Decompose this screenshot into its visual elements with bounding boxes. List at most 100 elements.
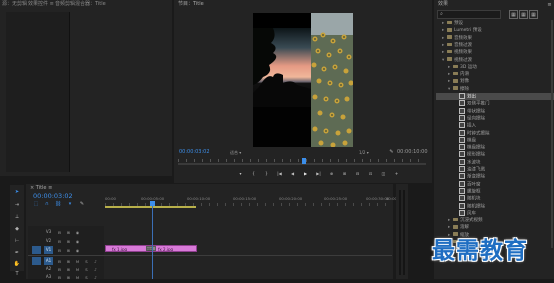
insert-icon[interactable]: ⊕ xyxy=(327,171,336,177)
source-patch[interactable] xyxy=(32,265,41,273)
source-tab[interactable]: 源：无剪辑 xyxy=(2,0,27,9)
fit-dropdown[interactable]: 适合 ▾ xyxy=(230,150,241,156)
sync-icon[interactable]: ⊞ xyxy=(66,248,71,253)
effect-controls-tab[interactable]: 效果控件 ≡ xyxy=(28,0,54,9)
effects-folder[interactable]: ▸ 音频效果 xyxy=(436,35,554,42)
slip-tool-icon[interactable]: ⊢ xyxy=(13,237,21,245)
v1-clip[interactable]: fx 1.jpg xyxy=(105,245,151,252)
effect-item[interactable]: 划出 xyxy=(436,93,554,100)
monitor-playhead[interactable] xyxy=(302,158,306,164)
overwrite-icon[interactable]: ⊞ xyxy=(340,171,349,177)
effects-folder[interactable]: ▸ 划像 xyxy=(436,78,554,85)
sync-icon[interactable]: ⊞ xyxy=(66,259,71,264)
panel-menu-icon[interactable]: ≡ xyxy=(546,1,553,8)
linked-selection-icon[interactable]: ⛓ xyxy=(55,201,61,207)
step-forward-icon[interactable]: ▶| xyxy=(314,171,323,177)
effect-item[interactable]: 油漆飞溅 xyxy=(436,166,554,173)
source-patch[interactable] xyxy=(32,273,41,281)
eye-icon[interactable]: ◉ xyxy=(75,230,80,235)
sync-icon[interactable]: ⊞ xyxy=(66,267,71,272)
sync-icon[interactable]: ⊞ xyxy=(66,275,71,280)
sync-icon[interactable]: ⊞ xyxy=(66,230,71,235)
eye-icon[interactable]: ◉ xyxy=(75,239,80,244)
voice-icon[interactable]: ♪ xyxy=(93,259,98,264)
selection-tool-icon[interactable]: ➤ xyxy=(13,188,21,196)
marker-icon[interactable]: ▾ xyxy=(236,171,245,177)
track-target[interactable]: A1 xyxy=(44,257,53,265)
effect-item[interactable]: 时钟式擦除 xyxy=(436,129,554,137)
solo-icon[interactable]: S xyxy=(84,259,89,264)
effect-item[interactable]: 螺旋框 xyxy=(436,187,554,195)
yuv-effects-icon[interactable]: ▦ xyxy=(529,10,538,19)
timeline-settings-icon[interactable]: ✎ xyxy=(79,201,85,207)
pen-tool-icon[interactable]: ✒ xyxy=(13,249,21,257)
effects-folder[interactable]: ▾ 擦除 xyxy=(436,86,554,93)
lift-icon[interactable]: ⊟ xyxy=(353,171,362,177)
lock-icon[interactable]: ⊟ xyxy=(57,248,62,253)
play-icon[interactable]: ▶ xyxy=(301,171,310,177)
effect-item[interactable]: 随机擦除 xyxy=(436,202,554,210)
effects-scrollbar[interactable] xyxy=(551,20,553,248)
track-target[interactable]: A2 xyxy=(44,265,53,273)
effect-item[interactable]: 插入 xyxy=(436,122,554,129)
mute-icon[interactable]: M xyxy=(75,259,80,264)
mark-out-icon[interactable]: } xyxy=(262,171,271,177)
effect-item[interactable]: 带状擦除 xyxy=(436,107,554,115)
effects-folder[interactable]: ▸ 预设 xyxy=(436,20,554,27)
effect-item[interactable]: 风车 xyxy=(436,209,554,217)
panel-menu-icon[interactable]: ≡ xyxy=(48,185,52,191)
effects-folder[interactable]: ▸ 沉浸式视频 xyxy=(436,217,554,224)
effect-item[interactable]: 渐变擦除 xyxy=(436,173,554,180)
go-to-in-icon[interactable]: |◀ xyxy=(275,171,284,177)
eye-icon[interactable]: ◉ xyxy=(75,248,80,253)
add-marker-icon[interactable]: ▾ xyxy=(67,201,73,207)
quality-dropdown[interactable]: 1/2 ▾ xyxy=(359,150,369,156)
lock-icon[interactable]: ⊟ xyxy=(57,259,62,264)
razor-tool-icon[interactable]: ◆ xyxy=(13,225,21,233)
work-area-bar[interactable] xyxy=(105,206,196,208)
effects-folder[interactable]: ▸ 内滑 xyxy=(436,71,554,78)
track-select-tool-icon[interactable]: ⇥ xyxy=(13,201,21,209)
settings-wrench-icon[interactable]: ✎ xyxy=(388,148,395,156)
step-back-icon[interactable]: ◀ xyxy=(288,171,297,177)
voice-icon[interactable]: ♪ xyxy=(93,275,98,280)
effects-folder[interactable]: ▸ 视频效果 xyxy=(436,49,554,56)
transition-marker[interactable]: 划出 xyxy=(146,246,156,251)
panel-menu-icon[interactable]: ≡ xyxy=(50,1,54,7)
type-tool-icon[interactable]: T xyxy=(13,270,21,278)
lock-icon[interactable]: ⊟ xyxy=(57,230,62,235)
timeline-timecode[interactable]: 00:00:03:02 xyxy=(33,192,73,200)
effect-item[interactable]: 棋盘擦除 xyxy=(436,144,554,151)
mute-icon[interactable]: M xyxy=(75,267,80,272)
solo-icon[interactable]: S xyxy=(84,275,89,280)
mute-icon[interactable]: M xyxy=(75,275,80,280)
effect-item[interactable]: 水波块 xyxy=(436,158,554,166)
source-patch[interactable] xyxy=(32,228,41,236)
effect-item[interactable]: 楔形擦除 xyxy=(436,151,554,158)
effect-item[interactable]: 随机块 xyxy=(436,195,554,202)
effects-folder[interactable]: ▸ 音频过渡 xyxy=(436,42,554,49)
lock-icon[interactable]: ⊟ xyxy=(57,267,62,272)
effect-item[interactable]: 双侧平推门 xyxy=(436,100,554,107)
source-patch[interactable] xyxy=(32,257,41,265)
nest-sequence-icon[interactable]: ⬚ xyxy=(33,201,39,207)
effect-item[interactable]: 棋盘 xyxy=(436,136,554,144)
add-button-icon[interactable]: + xyxy=(392,171,401,177)
close-icon[interactable]: × xyxy=(30,185,34,191)
source-patch[interactable] xyxy=(32,237,41,245)
lock-icon[interactable]: ⊟ xyxy=(57,239,62,244)
accelerated-effects-icon[interactable]: ▦ xyxy=(509,10,518,19)
voice-icon[interactable]: ♪ xyxy=(93,267,98,272)
program-timecode[interactable]: 00:00:03:02 xyxy=(179,149,210,156)
32bit-effects-icon[interactable]: ▦ xyxy=(519,10,528,19)
effect-item[interactable]: 径向擦除 xyxy=(436,114,554,122)
effects-folder[interactable]: ▾ 视频过渡 xyxy=(436,57,554,64)
track-target[interactable]: V2 xyxy=(44,237,53,245)
mark-in-icon[interactable]: { xyxy=(249,171,258,177)
sync-icon[interactable]: ⊞ xyxy=(66,239,71,244)
snap-icon[interactable]: ∩ xyxy=(44,201,50,207)
ripple-edit-tool-icon[interactable]: ⟂ xyxy=(13,213,21,221)
lock-icon[interactable]: ⊟ xyxy=(57,275,62,280)
extract-icon[interactable]: ⊡ xyxy=(366,171,375,177)
track-target[interactable]: V3 xyxy=(44,228,53,236)
